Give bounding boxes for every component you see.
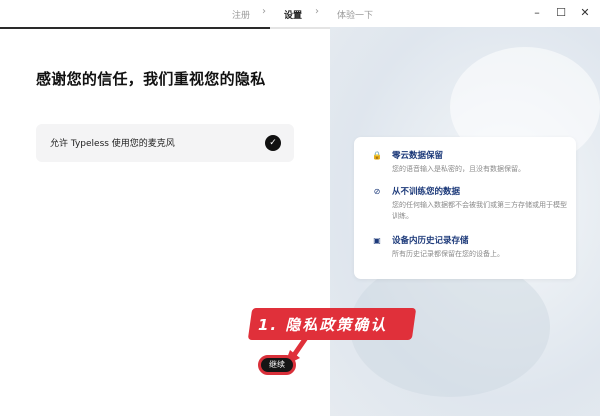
- info-desc: 您的语音输入是私密的，且没有数据保留。: [392, 165, 525, 173]
- step-register: 注册: [232, 11, 251, 21]
- chevron-right-icon: ›: [315, 6, 319, 17]
- lock-icon: 🔒: [372, 151, 382, 160]
- step-try-it: 体验一下: [337, 11, 374, 21]
- info-title: 零云数据保留: [392, 151, 444, 161]
- info-title: 设备内历史记录存储: [392, 236, 469, 246]
- laptop-icon: ▣: [373, 236, 381, 245]
- privacy-info-card: 🔒 零云数据保留 您的语音输入是私密的，且没有数据保留。 ⊘ 从不训练您的数据 …: [354, 137, 576, 279]
- continue-button[interactable]: 继续: [258, 355, 296, 375]
- step-indicator: 注册 › 设置 › 体验一下: [0, 0, 600, 27]
- chevron-right-icon: ›: [262, 6, 266, 17]
- step-settings: 设置: [284, 11, 303, 21]
- checkmark-icon[interactable]: ✓: [265, 135, 281, 151]
- minimize-icon[interactable]: –: [530, 6, 544, 20]
- microphone-permission-row[interactable]: 允许 Typeless 使用您的麦克风 ✓: [36, 124, 294, 162]
- no-entry-icon: ⊘: [373, 187, 381, 196]
- title-bar: 注册 › 设置 › 体验一下 – ☐ ✕: [0, 0, 600, 27]
- close-icon[interactable]: ✕: [578, 6, 592, 20]
- info-desc: 您的任何输入数据都不会被我们或第三方存储或用于模型训练。: [392, 201, 567, 220]
- microphone-permission-label: 允许 Typeless 使用您的麦克风: [50, 139, 175, 149]
- info-title: 从不训练您的数据: [392, 187, 461, 197]
- info-desc: 所有历史记录都保留在您的设备上。: [392, 250, 504, 258]
- maximize-icon[interactable]: ☐: [554, 6, 568, 20]
- page-title: 感谢您的信任，我们重视您的隐私: [36, 70, 266, 88]
